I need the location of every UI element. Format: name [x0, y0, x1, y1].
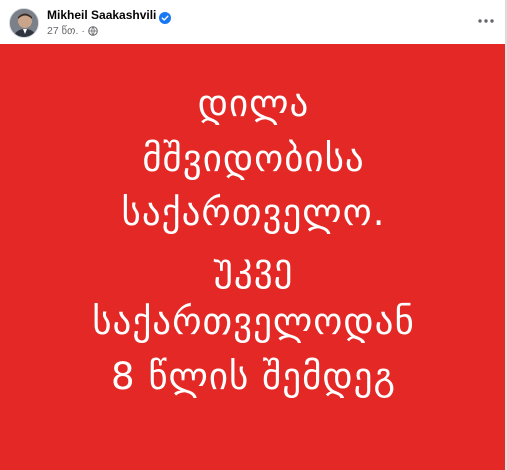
image-text-line-6: 8 წლის შემდეგ — [111, 354, 396, 398]
more-horizontal-icon — [478, 19, 494, 23]
profile-photo-icon — [10, 9, 38, 37]
image-text-line-5: საქართველოდან — [92, 300, 415, 343]
post-image-text: დილა მშვიდობისა საქართველო. უკვე საქართვ… — [0, 44, 507, 470]
author-name[interactable]: Mikheil Saakashvili — [47, 8, 156, 22]
image-text-line-4: უკვე — [213, 245, 294, 289]
image-text-line-3: საქართველო. — [121, 191, 386, 234]
image-text-line-1: დილა — [197, 82, 310, 125]
post-header: Mikheil Saakashvili 27 წთ. · — [0, 0, 507, 44]
globe-icon — [88, 26, 98, 36]
author-line: Mikheil Saakashvili — [47, 7, 172, 24]
meta-separator: · — [81, 25, 85, 37]
image-text-line-2: მშვიდობისა — [142, 136, 365, 180]
avatar[interactable] — [9, 8, 39, 38]
post-timestamp[interactable]: 27 წთ. — [47, 25, 78, 37]
verified-badge-icon — [159, 9, 172, 24]
post-meta: 27 წთ. · — [47, 24, 98, 38]
more-options-button[interactable] — [474, 9, 498, 33]
